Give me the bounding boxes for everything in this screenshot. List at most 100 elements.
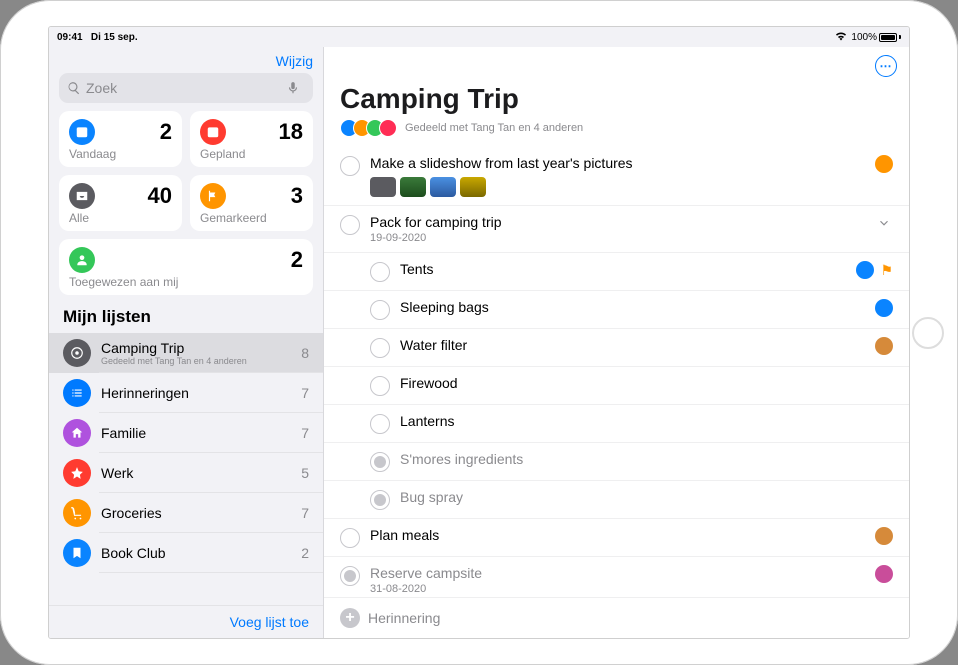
- reminder-item[interactable]: Pack for camping trip 19-09-2020: [324, 206, 909, 253]
- list-item[interactable]: Werk 5: [49, 453, 323, 493]
- page-title: Camping Trip: [324, 79, 909, 119]
- target-icon: [63, 339, 91, 367]
- list-count: 8: [301, 345, 309, 361]
- assignee-avatar: [875, 337, 893, 355]
- reminder-item[interactable]: Tents ⚑: [324, 253, 909, 291]
- complete-toggle[interactable]: [370, 338, 390, 358]
- list-count: 2: [301, 545, 309, 561]
- complete-toggle[interactable]: [370, 376, 390, 396]
- reminder-item[interactable]: Lanterns: [324, 405, 909, 443]
- today-count: 2: [160, 119, 172, 145]
- complete-toggle[interactable]: [370, 300, 390, 320]
- reminder-date: 19-09-2020: [370, 232, 865, 244]
- list-item[interactable]: Familie 7: [49, 413, 323, 453]
- battery-indicator: 100%: [851, 32, 901, 43]
- complete-toggle[interactable]: [340, 528, 360, 548]
- complete-toggle[interactable]: [370, 490, 390, 510]
- cart-icon: [63, 499, 91, 527]
- complete-toggle[interactable]: [370, 452, 390, 472]
- status-time: 09:41: [57, 32, 83, 43]
- all-count: 40: [148, 183, 172, 209]
- reminder-title: Make a slideshow from last year's pictur…: [370, 155, 865, 171]
- list-count: 7: [301, 425, 309, 441]
- smart-all[interactable]: 40 Alle: [59, 175, 182, 231]
- smart-today[interactable]: 2 Vandaag: [59, 111, 182, 167]
- complete-toggle[interactable]: [340, 566, 360, 586]
- reminder-item[interactable]: S'mores ingredients: [324, 443, 909, 481]
- complete-toggle[interactable]: [340, 156, 360, 176]
- assigned-label: Toegewezen aan mij: [69, 275, 303, 289]
- mic-icon[interactable]: [286, 81, 300, 95]
- reminder-item[interactable]: Make a slideshow from last year's pictur…: [324, 147, 909, 206]
- list-item[interactable]: Camping Trip Gedeeld met Tang Tan en 4 a…: [49, 333, 323, 373]
- complete-toggle[interactable]: [370, 414, 390, 434]
- home-button[interactable]: [912, 317, 944, 349]
- reminder-title: Tents: [400, 261, 846, 277]
- status-date: Di 15 sep.: [91, 32, 138, 43]
- thumbnail[interactable]: [430, 177, 456, 197]
- assignee-avatar: [856, 261, 874, 279]
- list-item[interactable]: Herinneringen 7: [49, 373, 323, 413]
- list-subtitle: Gedeeld met Tang Tan en 4 anderen: [101, 356, 291, 366]
- reminder-item[interactable]: Bug spray: [324, 481, 909, 519]
- flagged-label: Gemarkeerd: [200, 211, 303, 225]
- reminder-date: 31-08-2020: [370, 583, 865, 595]
- more-button[interactable]: ⋯: [875, 55, 897, 77]
- new-reminder-button[interactable]: + Herinnering: [324, 597, 909, 638]
- smart-flagged[interactable]: 3 Gemarkeerd: [190, 175, 313, 231]
- sidebar: Wijzig Zoek 2: [49, 47, 324, 638]
- edit-button[interactable]: Wijzig: [276, 53, 313, 69]
- reminder-title: Water filter: [400, 337, 865, 353]
- list-name: Werk: [101, 465, 291, 481]
- all-label: Alle: [69, 211, 172, 225]
- complete-toggle[interactable]: [370, 262, 390, 282]
- reminder-item[interactable]: Sleeping bags: [324, 291, 909, 329]
- person-icon: [69, 247, 95, 273]
- list-item[interactable]: Book Club 2: [49, 533, 323, 573]
- reminder-item[interactable]: Firewood: [324, 367, 909, 405]
- bookmark-icon: [63, 539, 91, 567]
- shared-info[interactable]: Gedeeld met Tang Tan en 4 anderen: [324, 119, 909, 147]
- reminder-title: S'mores ingredients: [400, 451, 883, 467]
- today-label: Vandaag: [69, 147, 172, 161]
- thumbnail[interactable]: [400, 177, 426, 197]
- my-lists-header: Mijn lijsten: [49, 295, 323, 333]
- thumbnail[interactable]: [460, 177, 486, 197]
- list-count: 7: [301, 505, 309, 521]
- assigned-count: 2: [291, 247, 303, 273]
- flagged-count: 3: [291, 183, 303, 209]
- assignee-avatar: [875, 299, 893, 317]
- list-name: Familie: [101, 425, 291, 441]
- thumbnail[interactable]: [370, 177, 396, 197]
- reminder-title: Firewood: [400, 375, 883, 391]
- attachment-thumbnails[interactable]: [370, 177, 865, 197]
- status-bar: 09:41 Di 15 sep. 100%: [49, 27, 909, 47]
- plus-icon: +: [340, 608, 360, 628]
- calendar-icon: [69, 119, 95, 145]
- complete-toggle[interactable]: [340, 215, 360, 235]
- battery-percent: 100%: [851, 32, 877, 43]
- wifi-icon: [835, 31, 847, 44]
- star-icon: [63, 459, 91, 487]
- search-input[interactable]: Zoek: [59, 73, 313, 103]
- reminder-title: Lanterns: [400, 413, 883, 429]
- list-name: Book Club: [101, 545, 291, 561]
- reminder-title: Pack for camping trip: [370, 214, 865, 230]
- list-count: 5: [301, 465, 309, 481]
- list-icon: [63, 379, 91, 407]
- reminder-item[interactable]: Reserve campsite 31-08-2020: [324, 557, 909, 597]
- reminder-item[interactable]: Plan meals: [324, 519, 909, 557]
- smart-assigned[interactable]: 2 Toegewezen aan mij: [59, 239, 313, 295]
- list-item[interactable]: Groceries 7: [49, 493, 323, 533]
- scheduled-label: Gepland: [200, 147, 303, 161]
- calendar-icon: [200, 119, 226, 145]
- smart-scheduled[interactable]: 18 Gepland: [190, 111, 313, 167]
- add-list-button[interactable]: Voeg lijst toe: [49, 605, 323, 638]
- chevron-down-icon[interactable]: [875, 214, 893, 232]
- search-placeholder: Zoek: [86, 80, 117, 96]
- main-panel: ⋯ Camping Trip Gedeeld met Tang Tan en 4…: [324, 47, 909, 638]
- assignee-avatar: [875, 527, 893, 545]
- reminder-title: Reserve campsite: [370, 565, 865, 581]
- reminder-item[interactable]: Water filter: [324, 329, 909, 367]
- reminder-title: Plan meals: [370, 527, 865, 543]
